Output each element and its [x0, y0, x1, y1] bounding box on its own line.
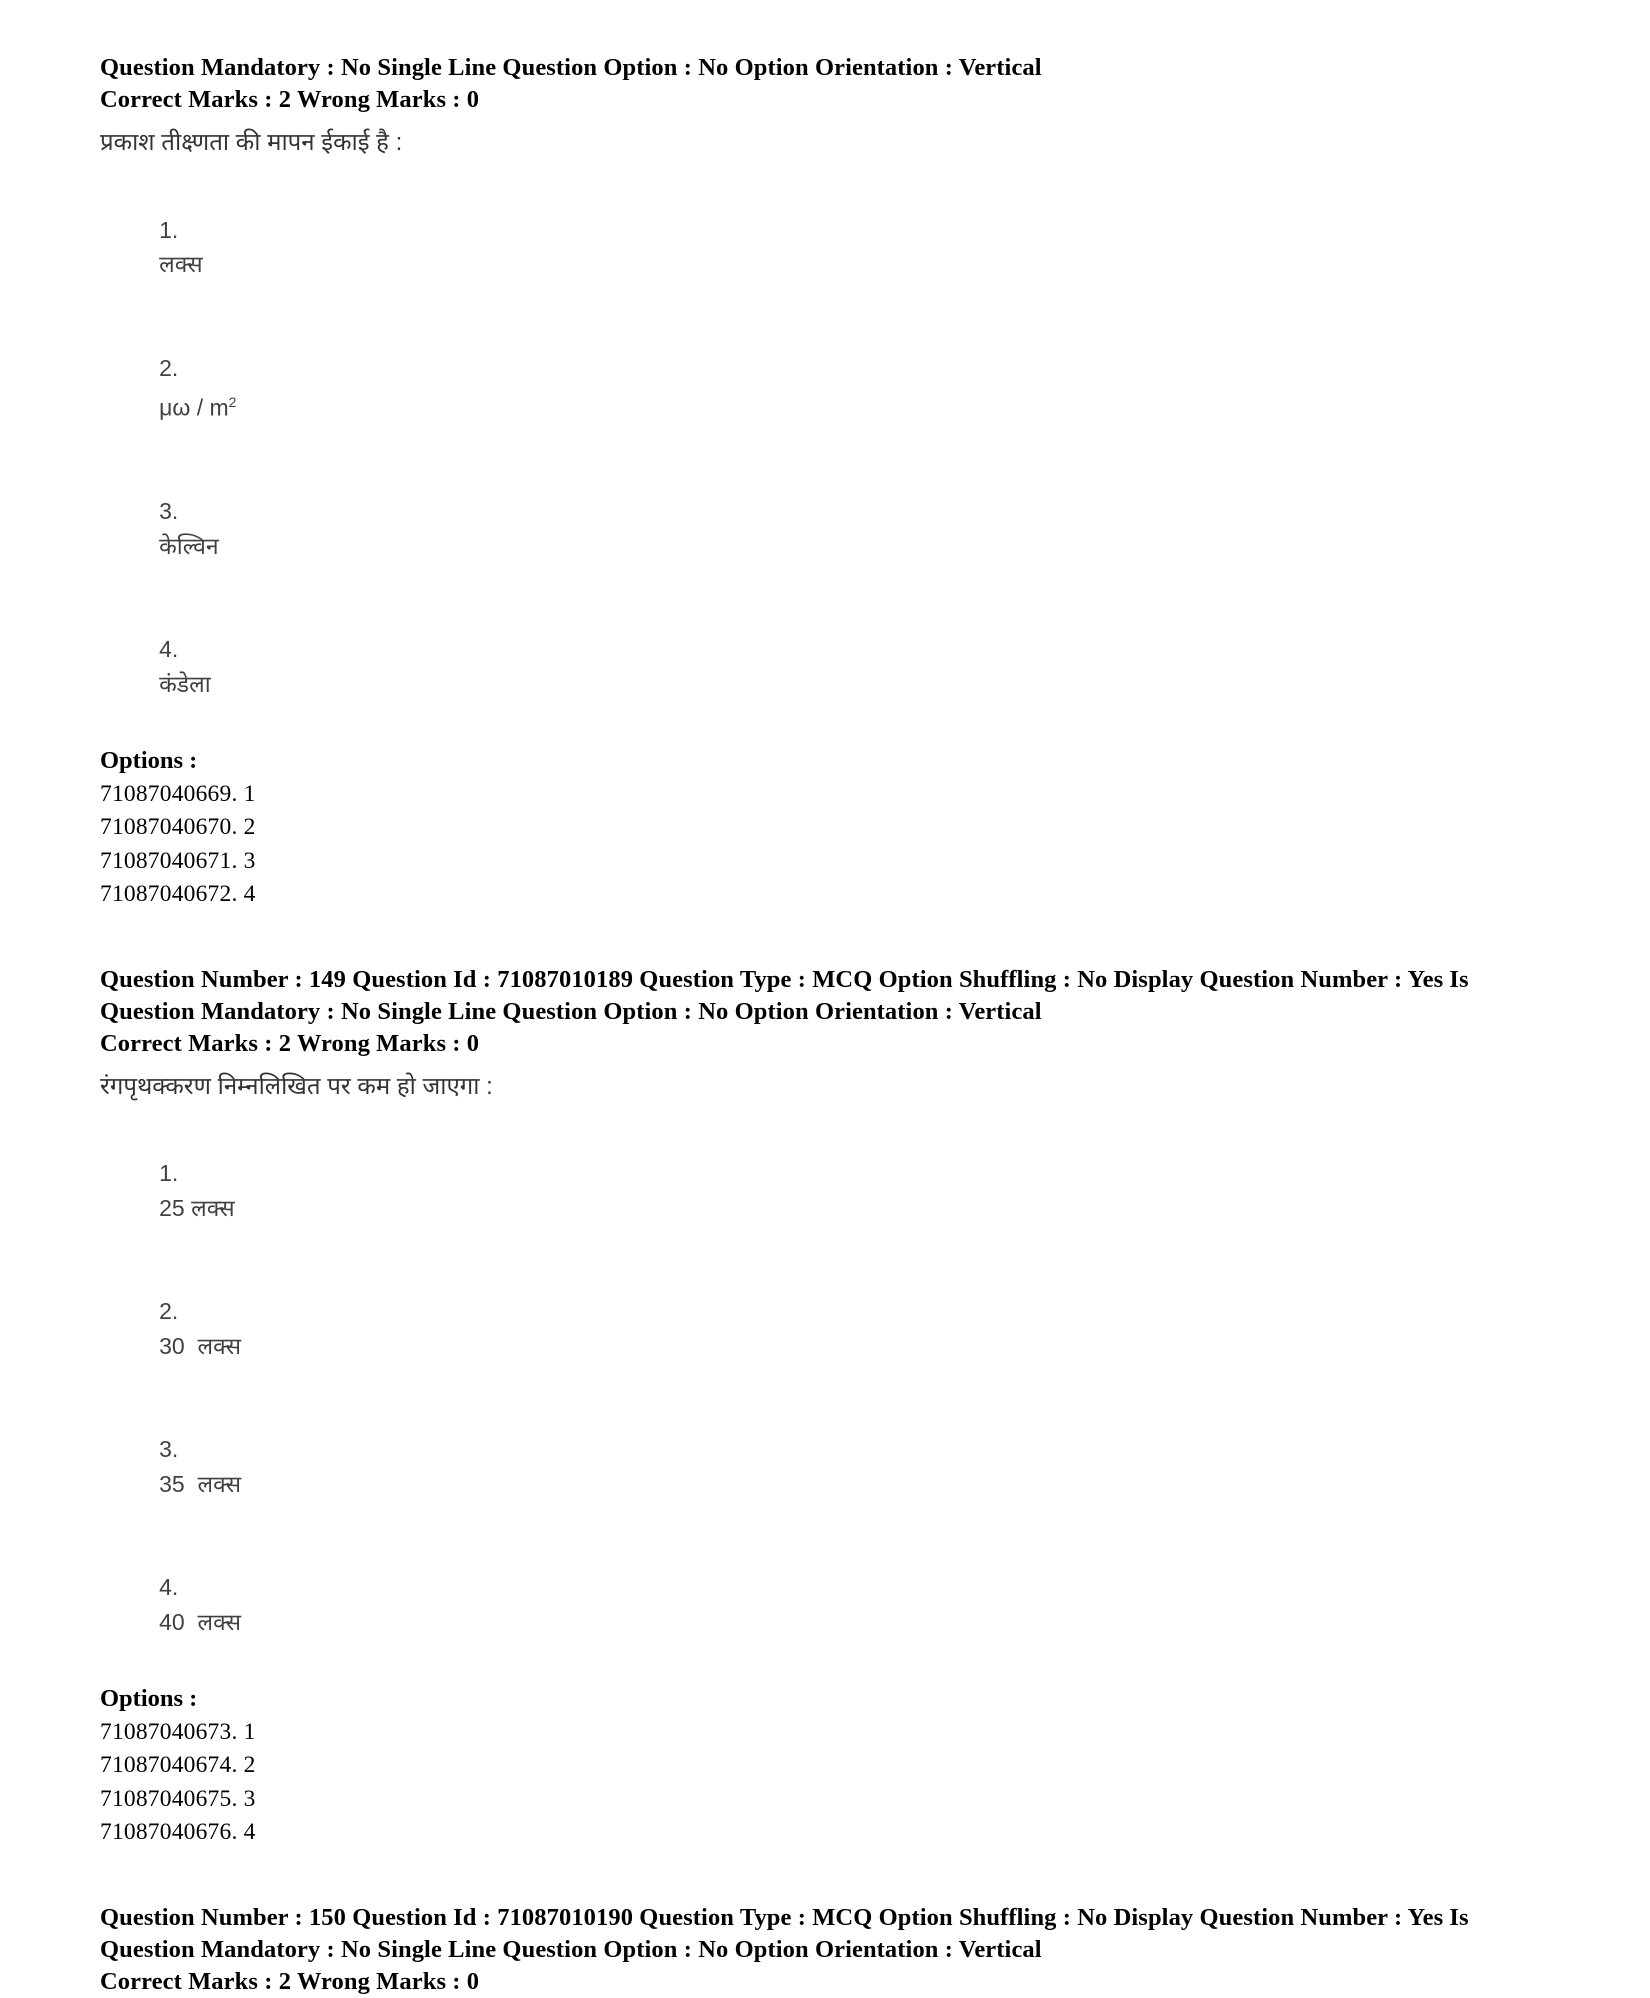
- question-meta-line: Question Mandatory : No Single Line Ques…: [100, 1935, 1042, 1963]
- question-marks-line: Correct Marks : 2 Wrong Marks : 0: [100, 86, 480, 113]
- question-block-150: Question Number : 150 Question Id : 7108…: [100, 1902, 1550, 1998]
- options-label: Options :: [100, 1684, 198, 1712]
- option-id-row: 71087040676. 4: [100, 1819, 256, 1846]
- choice-number: 1.: [159, 1160, 179, 1187]
- question-block-149: Question Number : 149 Question Id : 7108…: [100, 964, 1550, 1850]
- document-page: Question Mandatory : No Single Line Ques…: [0, 0, 1650, 1995]
- question-choices-list: 1. लक्स 2. μω / m2 3. केल्विन 4. कंडेला: [108, 178, 1550, 736]
- choice-item: 1. 25 लक्स: [108, 1122, 1550, 1260]
- choice-text: 30 लक्स: [159, 1332, 242, 1359]
- choice-text: 35 लक्स: [159, 1470, 242, 1497]
- question-choices-list: 1. 25 लक्स 2. 30 लक्स 3. 35 लक्स 4. 40 ल…: [108, 1122, 1550, 1674]
- choice-item: 1. लक्स: [108, 178, 1550, 316]
- choice-item: 4. 40 लक्स: [108, 1536, 1550, 1674]
- option-id-row: 71087040671. 3: [100, 847, 256, 874]
- choice-number: 1.: [159, 216, 179, 243]
- choice-text: कंडेला: [159, 670, 211, 697]
- question-text: प्रकाश तीक्ष्णता की मापन ईकाई है :: [100, 129, 403, 156]
- options-label: Options :: [100, 746, 198, 774]
- question-meta-line: Question Mandatory : No Single Line Ques…: [100, 997, 1042, 1025]
- choice-text: 40 लक्स: [159, 1608, 242, 1635]
- choice-item: 2. 30 लक्स: [108, 1260, 1550, 1398]
- choice-number: 2.: [159, 1298, 179, 1325]
- question-text: रंगपृथक्करण निम्नलिखित पर कम हो जाएगा :: [100, 1072, 493, 1100]
- question-meta-line: Question Number : 150 Question Id : 7108…: [100, 1903, 1469, 1931]
- choice-number: 2.: [159, 354, 179, 381]
- choice-text: μω / m: [159, 394, 229, 421]
- option-id-row: 71087040674. 2: [100, 1752, 256, 1779]
- question-meta-line: Question Number : 149 Question Id : 7108…: [100, 965, 1469, 993]
- option-id-row: 71087040672. 4: [100, 881, 256, 908]
- option-id-row: 71087040670. 2: [100, 814, 256, 841]
- choice-number: 4.: [159, 1574, 179, 1601]
- question-block-148: Question Mandatory : No Single Line Ques…: [100, 52, 1550, 912]
- question-marks-line: Correct Marks : 2 Wrong Marks : 0: [100, 1967, 480, 1995]
- option-id-row: 71087040675. 3: [100, 1785, 256, 1812]
- question-meta-line: Question Mandatory : No Single Line Ques…: [100, 54, 1042, 81]
- choice-number: 3.: [159, 498, 179, 525]
- choice-number: 3.: [159, 1436, 179, 1463]
- choice-item: 3. 35 लक्स: [108, 1398, 1550, 1536]
- choice-text: 25 लक्स: [159, 1194, 235, 1221]
- question-marks-line: Correct Marks : 2 Wrong Marks : 0: [100, 1029, 480, 1057]
- choice-item: 2. μω / m2: [108, 316, 1550, 460]
- choice-number: 4.: [159, 636, 179, 663]
- choice-item: 3. केल्विन: [108, 460, 1550, 598]
- choice-text: लक्स: [159, 251, 203, 277]
- choice-text: केल्विन: [159, 532, 219, 559]
- option-id-row: 71087040669. 1: [100, 780, 256, 807]
- choice-item: 4. कंडेला: [108, 598, 1550, 736]
- choice-superscript: 2: [228, 394, 237, 410]
- option-id-row: 71087040673. 1: [100, 1718, 256, 1745]
